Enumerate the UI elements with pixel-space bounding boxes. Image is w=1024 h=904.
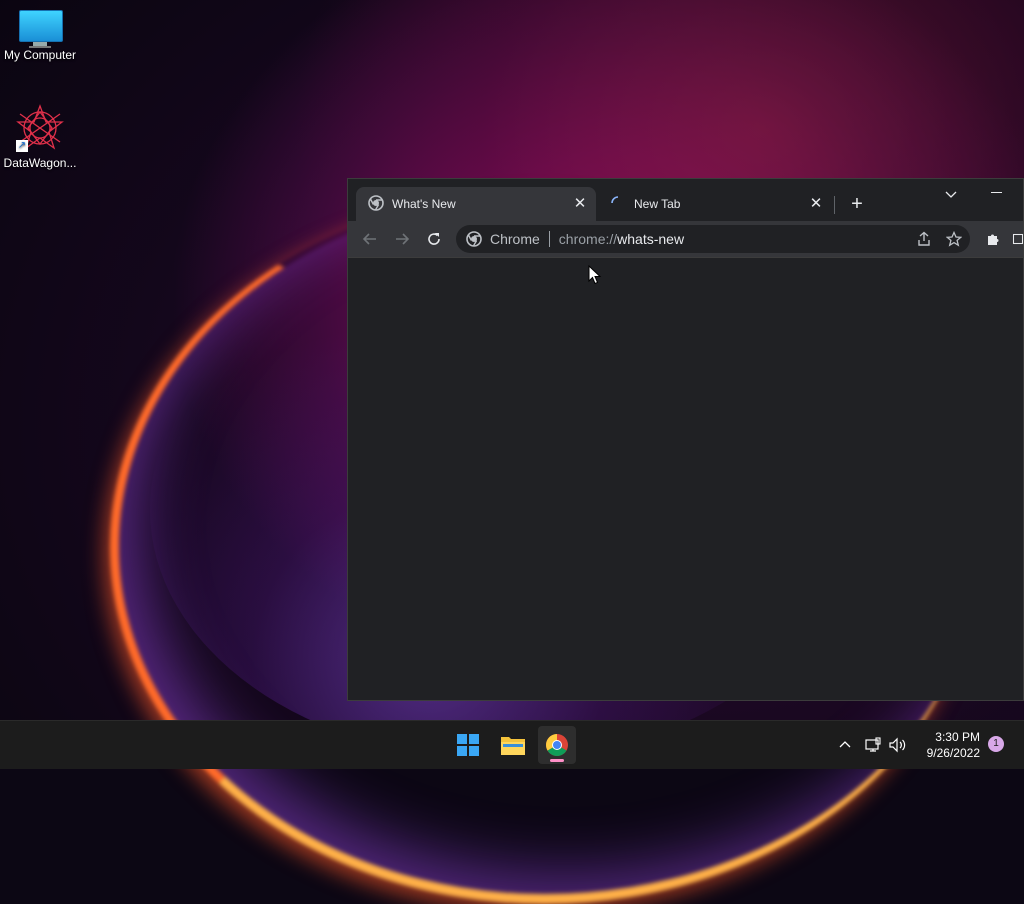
site-info-chip[interactable]: Chrome [466, 231, 540, 247]
network-icon[interactable] [864, 721, 882, 769]
notification-badge[interactable]: 1 [988, 736, 1004, 752]
url-host: whats-new [617, 231, 685, 247]
tab-new-tab[interactable]: New Tab ✕ [598, 187, 832, 221]
forward-arrow-icon [396, 233, 410, 245]
start-icon [457, 734, 479, 756]
taskbar: 3:30 PM 9/26/2022 [0, 720, 1024, 769]
start-button[interactable] [449, 726, 487, 764]
browser-toolbar: Chrome chrome://whats-new [348, 221, 1024, 258]
active-app-indicator [550, 759, 564, 762]
chevron-up-icon [839, 741, 851, 748]
reload-icon [428, 233, 440, 245]
computer-icon [19, 10, 63, 48]
new-tab-button[interactable]: + [846, 193, 868, 215]
site-chip-label: Chrome [490, 231, 540, 247]
loading-spinner-icon [610, 195, 626, 214]
chrome-icon [546, 734, 568, 756]
back-button[interactable] [358, 227, 382, 251]
desktop-icon-datawagon[interactable]: ↗ DataWagon... [0, 104, 80, 170]
minimize-button[interactable] [986, 185, 1008, 199]
tab-separator [834, 196, 835, 214]
desktop-icon-my-computer[interactable]: My Computer [0, 10, 80, 62]
extensions-puzzle-icon[interactable] [982, 227, 1006, 251]
bookmark-star-icon[interactable] [944, 229, 964, 249]
page-content [348, 258, 1023, 700]
datawagon-icon: ↗ [16, 104, 64, 152]
tab-strip: What's New ✕ New Tab ✕ + [348, 179, 1023, 221]
omnibox-divider [548, 231, 550, 247]
chrome-window: What's New ✕ New Tab ✕ + Chrome chrome:/… [347, 178, 1024, 701]
chrome-logo-icon [466, 231, 482, 247]
back-arrow-icon [362, 233, 376, 245]
reload-button[interactable] [422, 227, 446, 251]
close-tab-icon[interactable]: ✕ [572, 196, 588, 212]
system-clock[interactable]: 3:30 PM 9/26/2022 [918, 729, 980, 761]
show-hidden-icons-chevron[interactable] [836, 721, 854, 769]
side-panel-icon[interactable] [1012, 227, 1024, 251]
tab-title: What's New [392, 197, 456, 211]
file-explorer-icon [501, 737, 525, 755]
clock-time: 3:30 PM [935, 730, 980, 744]
volume-icon[interactable] [888, 721, 908, 769]
forward-button[interactable] [390, 227, 414, 251]
url-text: chrome://whats-new [559, 231, 684, 247]
tab-search-chevron-icon[interactable] [942, 185, 960, 203]
shortcut-arrow-icon: ↗ [16, 140, 28, 152]
desktop-icon-label: My Computer [3, 48, 77, 62]
mouse-cursor-icon [588, 264, 602, 285]
clock-date: 9/26/2022 [926, 746, 980, 760]
close-tab-icon[interactable]: ✕ [808, 196, 824, 212]
tab-whats-new[interactable]: What's New ✕ [356, 187, 596, 221]
file-explorer-button[interactable] [494, 726, 532, 764]
share-icon[interactable] [914, 229, 934, 249]
chrome-favicon-icon [368, 194, 384, 214]
url-scheme: chrome:// [558, 231, 618, 247]
chrome-taskbar-button[interactable] [538, 726, 576, 764]
desktop-icon-label: DataWagon... [3, 156, 77, 170]
address-bar[interactable]: Chrome chrome://whats-new [456, 225, 970, 253]
tab-title: New Tab [634, 197, 681, 211]
